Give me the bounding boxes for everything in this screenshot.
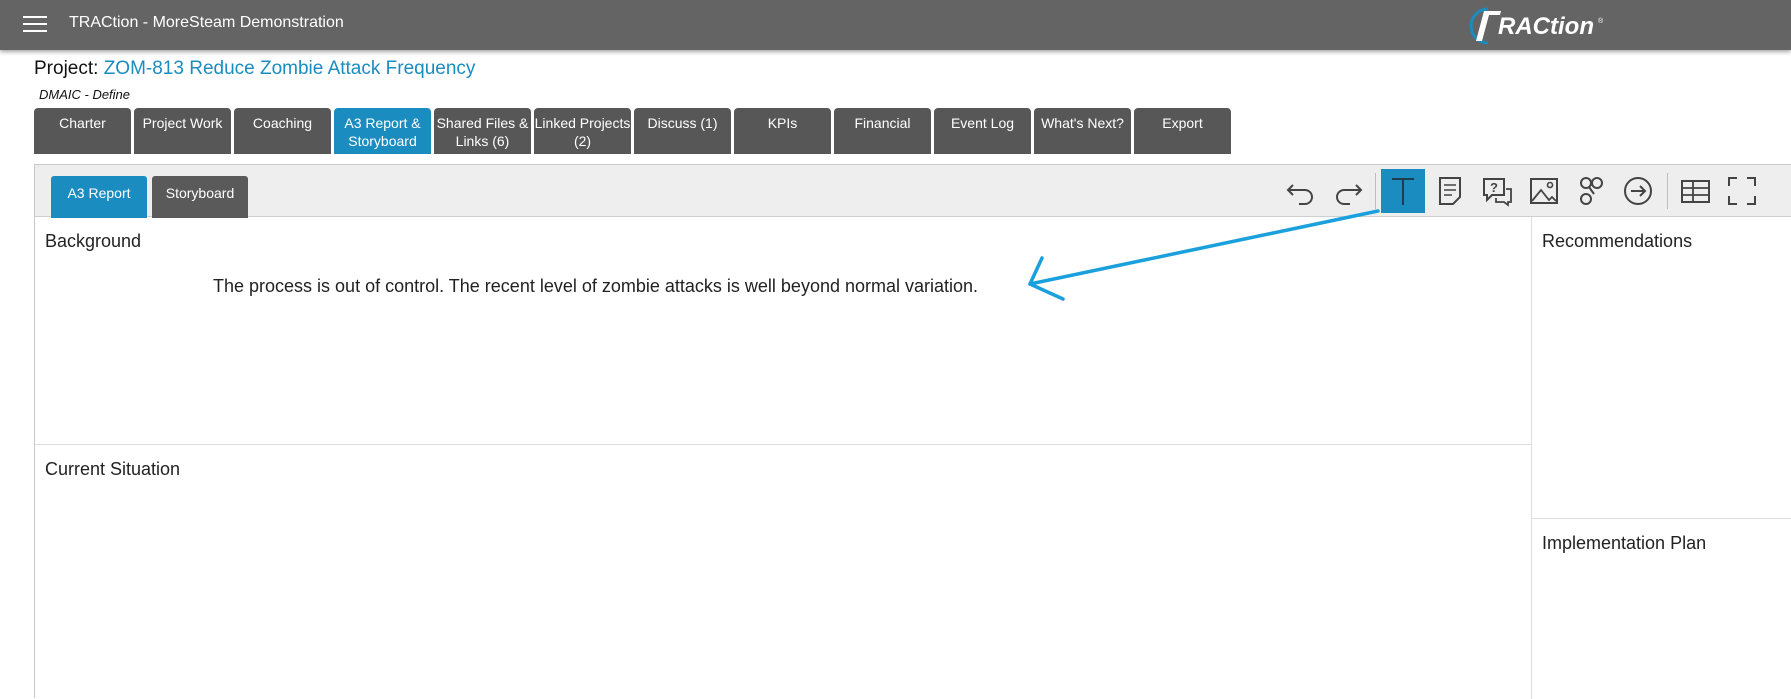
question-comment-icon[interactable]: ? (1475, 169, 1519, 213)
right-column: Recommendations Implementation Plan (1531, 217, 1791, 699)
background-section[interactable]: Background The process is out of control… (35, 217, 1531, 445)
current-situation-section[interactable]: Current Situation (35, 445, 1531, 699)
undo-icon[interactable] (1279, 169, 1323, 213)
svg-text:?: ? (1490, 180, 1498, 195)
tab-coaching[interactable]: Coaching (234, 108, 331, 154)
background-text[interactable]: The process is out of control. The recen… (213, 276, 978, 297)
image-icon[interactable] (1522, 169, 1566, 213)
subtab-storyboard[interactable]: Storyboard (152, 176, 248, 218)
tab-whats-next[interactable]: What's Next? (1034, 108, 1131, 154)
tab-linked-projects[interactable]: Linked Projects (2) (534, 108, 631, 154)
a3-panel: A3 Report Storyboard ? Background The pr… (34, 164, 1791, 699)
table-layout-icon[interactable] (1673, 169, 1717, 213)
tab-a3-report-storyboard[interactable]: A3 Report & Storyboard (334, 108, 431, 154)
project-name-link[interactable]: ZOM-813 Reduce Zombie Attack Frequency (104, 58, 476, 79)
app-title: TRACtion - MoreSteam Demonstration (69, 14, 344, 31)
current-situation-title: Current Situation (45, 459, 181, 479)
tab-project-work[interactable]: Project Work (134, 108, 231, 154)
tab-charter[interactable]: Charter (34, 108, 131, 154)
traction-logo: RACtion ® (1460, 3, 1610, 47)
fullscreen-icon[interactable] (1720, 169, 1764, 213)
text-tool-icon[interactable] (1381, 169, 1425, 213)
svg-text:®: ® (1598, 17, 1604, 25)
project-phase: DMAIC - Define (39, 87, 131, 102)
shapes-icon[interactable] (1569, 169, 1613, 213)
recommendations-section[interactable]: Recommendations (1532, 217, 1791, 519)
project-heading: Project: ZOM-813 Reduce Zombie Attack Fr… (34, 58, 475, 80)
arrow-circle-icon[interactable] (1616, 169, 1660, 213)
subtab-a3-report[interactable]: A3 Report (51, 176, 147, 218)
hamburger-menu-icon[interactable] (23, 14, 47, 34)
project-label: Project: (34, 58, 99, 79)
tab-event-log[interactable]: Event Log (934, 108, 1031, 154)
top-bar: TRACtion - MoreSteam Demonstration RACti… (0, 0, 1791, 50)
tab-discuss[interactable]: Discuss (1) (634, 108, 731, 154)
svg-text:RACtion: RACtion (1498, 13, 1594, 40)
background-title: Background (45, 231, 142, 251)
redo-icon[interactable] (1326, 169, 1370, 213)
note-icon[interactable] (1428, 169, 1472, 213)
tab-shared-files-links[interactable]: Shared Files & Links (6) (434, 108, 531, 154)
recommendations-title: Recommendations (1542, 231, 1693, 251)
tab-kpis[interactable]: KPIs (734, 108, 831, 154)
tab-export[interactable]: Export (1134, 108, 1231, 154)
tab-financial[interactable]: Financial (834, 108, 931, 154)
implementation-plan-title: Implementation Plan (1542, 533, 1707, 553)
a3-toolbar: A3 Report Storyboard ? (35, 165, 1791, 218)
implementation-plan-section[interactable]: Implementation Plan (1532, 519, 1791, 699)
